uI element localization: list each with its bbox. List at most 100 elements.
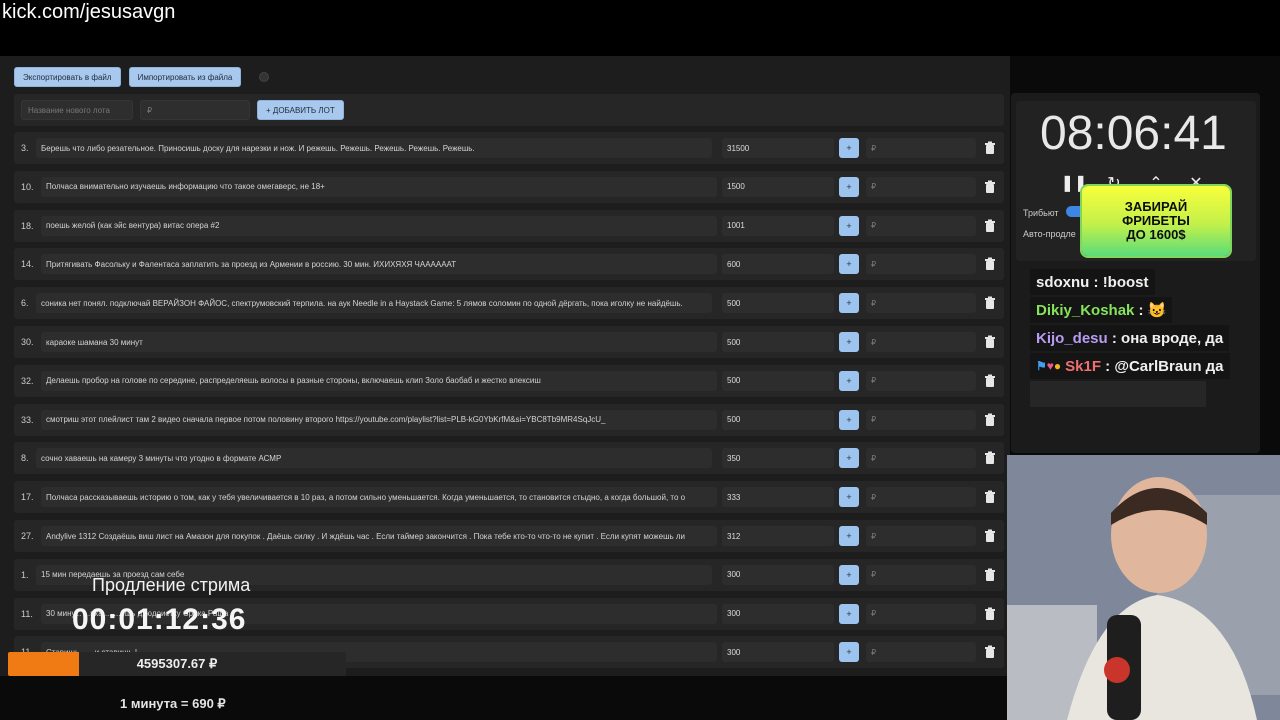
lot-add-input[interactable]: ₽ (866, 370, 976, 391)
trash-icon[interactable] (983, 607, 997, 621)
add-lot-button[interactable]: + ДОБАВИТЬ ЛОТ (257, 100, 344, 120)
lot-amount-input[interactable]: 300 (722, 642, 834, 663)
trash-icon[interactable] (983, 529, 997, 543)
lot-add-input[interactable]: ₽ (866, 603, 976, 624)
lot-add-input[interactable]: ₽ (866, 138, 976, 158)
trash-icon[interactable] (983, 374, 997, 388)
export-button[interactable]: Экспортировать в файл (14, 67, 121, 87)
lot-add-input[interactable]: ₽ (866, 176, 976, 197)
trash-icon[interactable] (983, 413, 997, 427)
plus-icon[interactable]: + (839, 603, 859, 624)
lot-amount-input[interactable]: 350 (722, 448, 834, 469)
plus-icon[interactable]: + (839, 448, 859, 469)
lot-amount-input[interactable]: 500 (722, 409, 834, 430)
lot-amount-input[interactable]: 500 (722, 293, 834, 314)
plus-icon[interactable]: + (839, 215, 859, 236)
lot-add-input[interactable]: ₽ (866, 409, 976, 430)
plus-icon[interactable]: + (839, 409, 859, 430)
trash-icon[interactable] (983, 568, 997, 582)
trash-icon[interactable] (983, 296, 997, 310)
trash-icon[interactable] (983, 451, 997, 465)
stream-frame: kick.com/jesusavgn Экспортировать в файл… (0, 0, 1280, 720)
lot-add-input[interactable]: ₽ (866, 642, 976, 663)
lot-number: 17. (21, 492, 34, 503)
lot-title-input[interactable]: смотриш этот плейлист там 2 видео сначал… (41, 409, 717, 430)
lot-row: 10. Полчаса внимательно изучаешь информац… (14, 170, 1004, 203)
trash-icon[interactable] (983, 219, 997, 233)
donation-total: 4595307.67 ₽ (136, 656, 218, 671)
lot-add-input[interactable]: ₽ (866, 487, 976, 508)
lot-amount-input[interactable]: 600 (722, 254, 834, 275)
lot-add-input[interactable]: ₽ (866, 215, 976, 236)
lot-row: 6. соника нет понял. подключай ВЕРАЙЗОН Ф… (14, 287, 1004, 320)
plus-icon[interactable]: + (839, 332, 859, 352)
trash-icon[interactable] (983, 141, 997, 155)
chat-message: ⚑ ♥ ● Sk1F : @CarlBraun да (1030, 353, 1230, 379)
lot-title-input[interactable]: Притягивать Фасольку и Фалентаса заплати… (41, 254, 717, 275)
lot-row: 17. Полчаса рассказываешь историю о том, … (14, 481, 1004, 514)
lot-number: 18. (21, 220, 34, 231)
lot-amount-input[interactable]: 500 (722, 332, 834, 352)
chat-overlay: sdoxnu : !boost Dikiy_Koshak : 😺 Kijo_de… (1030, 267, 1280, 412)
lot-number: 1. (21, 569, 29, 580)
plus-icon[interactable]: + (839, 370, 859, 391)
lot-amount-input[interactable]: 333 (722, 487, 834, 508)
plus-icon[interactable]: + (839, 293, 859, 314)
lot-number: 32. (21, 375, 34, 386)
chat-text: 😺 (1147, 302, 1167, 319)
pause-icon[interactable]: ❚❚ (1061, 174, 1088, 192)
lot-row: 30. караоке шамана 30 минут 500 + ₽ (14, 326, 1004, 358)
plus-icon[interactable]: + (839, 254, 859, 275)
lot-amount-input[interactable]: 500 (722, 370, 834, 391)
lot-add-input[interactable]: ₽ (866, 254, 976, 275)
chat-message: Kijo_desu : она вроде, да (1030, 325, 1230, 351)
lot-amount-input[interactable]: 312 (722, 526, 834, 546)
lot-title-input[interactable]: Полчаса внимательно изучаешь информацию … (41, 176, 717, 197)
plus-icon[interactable]: + (839, 564, 859, 585)
promo-banner[interactable]: ЗАБИРАЙ ФРИБЕТЫ ДО 1600$ (1082, 186, 1230, 256)
lot-title-input[interactable]: Делаешь пробор на голове по середине, ра… (41, 370, 717, 391)
lot-title-input[interactable]: поешь желой (как эйс вентура) витас опер… (41, 215, 717, 236)
trash-icon[interactable] (983, 257, 997, 271)
lot-row: 8. сочно хаваешь на камеру 3 минуты что у… (14, 442, 1004, 475)
lot-title-input[interactable]: караоке шамана 30 минут (41, 332, 717, 352)
extension-title: Продление стрима (92, 575, 251, 595)
lot-add-input[interactable]: ₽ (866, 526, 976, 546)
new-lot-amount-input[interactable]: ₽ (140, 100, 250, 120)
lot-amount-input[interactable]: 1500 (722, 176, 834, 197)
lot-add-input[interactable]: ₽ (866, 448, 976, 469)
lot-title-input[interactable]: Берешь что либо резательное. Приносишь д… (36, 138, 712, 158)
lot-add-input[interactable]: ₽ (866, 332, 976, 352)
lot-number: 33. (21, 414, 34, 425)
promo-line3: ДО 1600$ (1126, 227, 1186, 242)
lot-title-input[interactable]: Полчаса рассказываешь историю о том, как… (41, 487, 717, 508)
lot-amount-input[interactable]: 300 (722, 564, 834, 585)
toolbar: Экспортировать в файл Импортировать из ф… (14, 67, 270, 87)
trash-icon[interactable] (983, 645, 997, 659)
lot-amount-input[interactable]: 300 (722, 603, 834, 624)
plus-icon[interactable]: + (839, 526, 859, 546)
trash-icon[interactable] (983, 335, 997, 349)
lot-title-input[interactable]: сочно хаваешь на камеру 3 минуты что уго… (36, 448, 712, 469)
plus-icon[interactable]: + (839, 642, 859, 663)
promo-line1: ЗАБИРАЙ (1124, 199, 1188, 214)
lot-title-input[interactable]: соника нет понял. подключай ВЕРАЙЗОН ФАЙ… (36, 293, 712, 314)
chat-text: !boost (1102, 273, 1149, 291)
lot-amount-input[interactable]: 31500 (722, 138, 834, 158)
lot-title-input[interactable]: Andylive 1312 Создаёшь виш лист на Амазо… (41, 526, 717, 546)
plus-icon[interactable]: + (839, 138, 859, 158)
plus-icon[interactable]: + (839, 487, 859, 508)
import-button[interactable]: Импортировать из файла (128, 67, 242, 87)
new-lot-row: Название нового лота ₽ + ДОБАВИТЬ ЛОТ (14, 94, 1004, 126)
webcam-feed (1007, 455, 1280, 720)
trash-icon[interactable] (983, 180, 997, 194)
lot-row: 18. поешь желой (как эйс вентура) витас о… (14, 209, 1004, 242)
lot-add-input[interactable]: ₽ (866, 293, 976, 314)
chat-message-placeholder (1030, 381, 1206, 407)
new-lot-name-input[interactable]: Название нового лота (21, 100, 133, 120)
trash-icon[interactable] (983, 490, 997, 504)
lot-add-input[interactable]: ₽ (866, 564, 976, 585)
lot-amount-input[interactable]: 1001 (722, 215, 834, 236)
theme-toggle-icon[interactable] (259, 72, 270, 82)
plus-icon[interactable]: + (839, 176, 859, 197)
